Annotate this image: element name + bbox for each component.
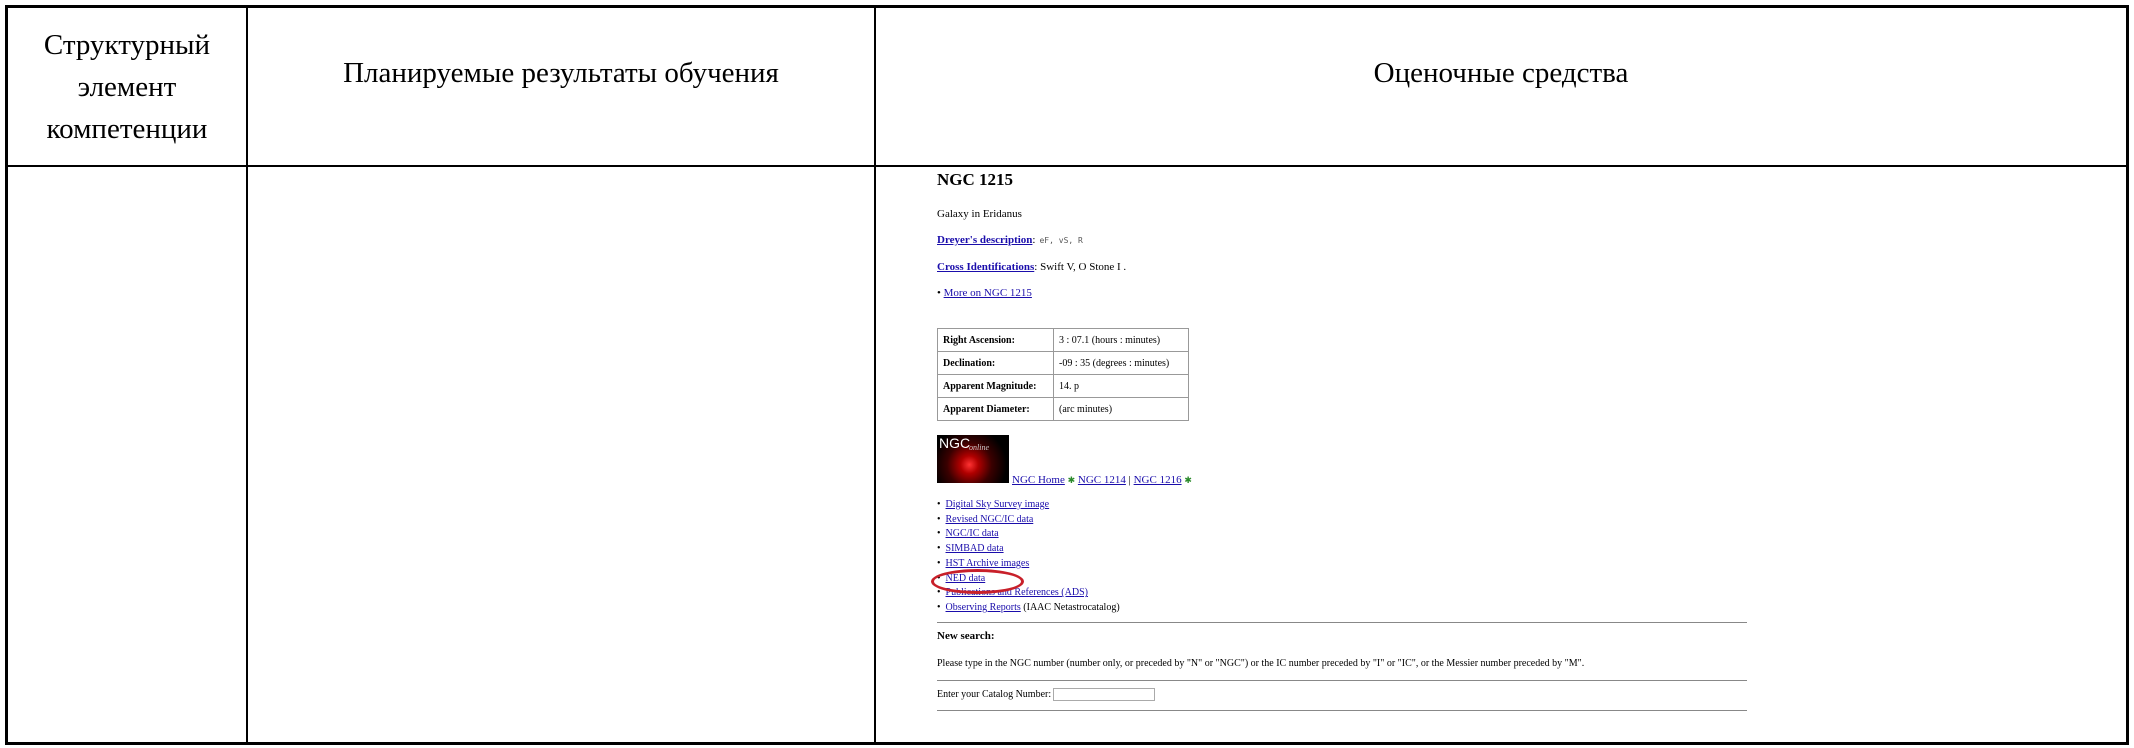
table-row: Right Ascension: 3 : 07.1 (hours : minute… bbox=[937, 328, 1189, 352]
coordinates-table: Right Ascension: 3 : 07.1 (hours : minute… bbox=[937, 328, 1189, 421]
list-item: Revised NGC/IC data bbox=[937, 513, 1120, 528]
catalog-entry-row: Enter your Catalog Number: bbox=[937, 688, 1156, 701]
nav-separator: | bbox=[1128, 474, 1131, 486]
revised-ngc-link[interactable]: Revised NGC/IC data bbox=[946, 514, 1034, 525]
prev-ngc-link[interactable]: NGC 1214 bbox=[1078, 474, 1126, 486]
simbad-link[interactable]: SIMBAD data bbox=[946, 543, 1004, 554]
ngc-title: NGC 1215 bbox=[937, 170, 1014, 189]
dec-label: Declination: bbox=[937, 351, 1054, 375]
diam-label: Apparent Diameter: bbox=[937, 397, 1054, 421]
dss-image-link[interactable]: Digital Sky Survey image bbox=[946, 499, 1050, 510]
dreyer-link[interactable]: Dreyer's description bbox=[937, 234, 1032, 246]
search-description: Please type in the NGC number (number on… bbox=[937, 658, 1585, 669]
catalog-label: Enter your Catalog Number: bbox=[937, 688, 1052, 700]
header-col1-line3: компетенции bbox=[46, 112, 208, 145]
observing-suffix: (IAAC Netastrocatalog) bbox=[1023, 601, 1120, 613]
list-item: Observing Reports (IAAC Netastrocatalog) bbox=[937, 601, 1120, 616]
next-ngc-link[interactable]: NGC 1216 bbox=[1134, 474, 1182, 486]
ngc-ic-data-link[interactable]: NGC/IC data bbox=[946, 528, 999, 539]
divider bbox=[937, 680, 1747, 681]
cross-id-link[interactable]: Cross Identifications bbox=[937, 261, 1034, 273]
star-icon: ✱ bbox=[1067, 475, 1076, 485]
table-row: Apparent Diameter: (arc minutes) bbox=[937, 397, 1189, 421]
star-icon: ✱ bbox=[1184, 475, 1192, 485]
observing-reports-link[interactable]: Observing Reports bbox=[946, 602, 1021, 613]
more-row: • More on NGC 1215 bbox=[937, 287, 1032, 299]
header-row-divider bbox=[8, 165, 2126, 167]
dreyer-value: eF, vS, R bbox=[1039, 236, 1083, 245]
logo-text: NGC bbox=[939, 435, 971, 451]
ngc-subtitle: Galaxy in Eridanus bbox=[937, 208, 1022, 220]
cross-row: Cross Identifications: Swift V, O Stone … bbox=[937, 261, 1127, 273]
header-assessment-tools: Оценочные средства bbox=[1373, 57, 1629, 89]
list-item: Digital Sky Survey image bbox=[937, 498, 1120, 513]
ngc-online-logo: NGC online bbox=[937, 435, 1009, 483]
ngc-nav: NGC Home ✱ NGC 1214 | NGC 1216 ✱ bbox=[1012, 474, 1192, 486]
diam-value: (arc minutes) bbox=[1053, 397, 1189, 421]
resource-links: Digital Sky Survey image Revised NGC/IC … bbox=[937, 498, 1120, 616]
catalog-number-input[interactable] bbox=[1053, 688, 1156, 701]
divider bbox=[937, 622, 1747, 623]
new-search-heading: New search: bbox=[937, 630, 995, 642]
table-row: Apparent Magnitude: 14. p bbox=[937, 374, 1189, 398]
ra-value: 3 : 07.1 (hours : minutes) bbox=[1053, 328, 1189, 352]
ngc-home-link[interactable]: NGC Home bbox=[1012, 474, 1065, 486]
dreyer-row: Dreyer's description: eF, vS, R bbox=[937, 234, 1083, 246]
logo-sub: online bbox=[969, 443, 989, 452]
more-link[interactable]: More on NGC 1215 bbox=[944, 287, 1032, 299]
cross-id-value: Swift V, O Stone I . bbox=[1040, 261, 1127, 273]
hst-archive-link[interactable]: HST Archive images bbox=[946, 558, 1030, 569]
header-learning-outcomes: Планируемые результаты обучения bbox=[343, 57, 779, 89]
header-structural-element: Структурный элемент компетенции bbox=[8, 8, 246, 165]
list-item: SIMBAD data bbox=[937, 542, 1120, 557]
header-col1-line1: Структурный bbox=[43, 28, 211, 61]
highlight-circle bbox=[931, 569, 1024, 594]
table-row: Declination: -09 : 35 (degrees : minutes) bbox=[937, 351, 1189, 375]
mag-label: Apparent Magnitude: bbox=[937, 374, 1054, 398]
mag-value: 14. p bbox=[1053, 374, 1189, 398]
dec-value: -09 : 35 (degrees : minutes) bbox=[1053, 351, 1189, 375]
divider bbox=[937, 710, 1747, 711]
header-col1-line2: элемент bbox=[77, 70, 177, 103]
ra-label: Right Ascension: bbox=[937, 328, 1054, 352]
list-item: NGC/IC data bbox=[937, 527, 1120, 542]
